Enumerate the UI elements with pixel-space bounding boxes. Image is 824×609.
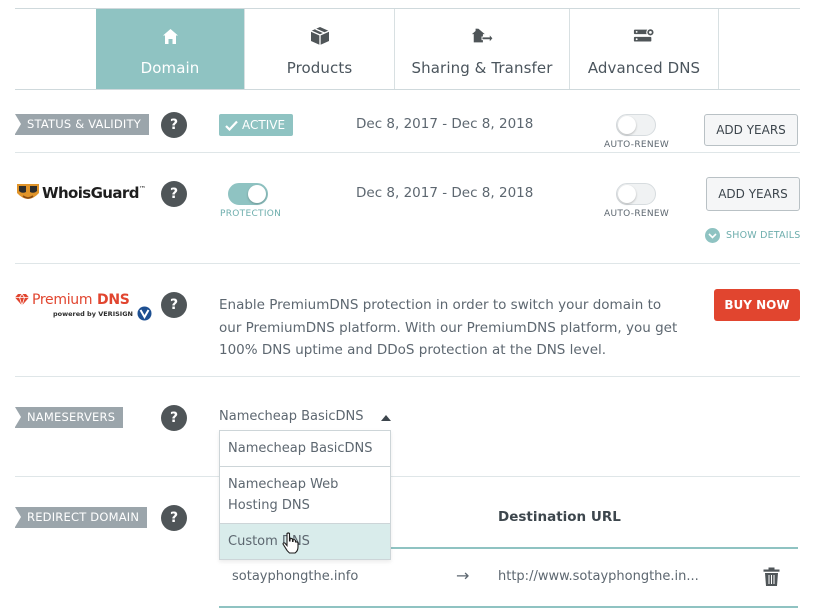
premiumdns-logo: Premium DNS powered by VERISIGN bbox=[15, 292, 155, 324]
premiumdns-help-button[interactable]: ? bbox=[161, 292, 187, 318]
premiumdns-description: Enable PremiumDNS protection in order to… bbox=[219, 297, 678, 358]
dropdown-option-webhosting[interactable]: Namecheap Web Hosting DNS bbox=[220, 467, 390, 524]
show-details-label: SHOW DETAILS bbox=[726, 230, 801, 241]
tab-domain-label: Domain bbox=[140, 59, 200, 77]
toggle-knob bbox=[618, 185, 636, 203]
status-auto-renew-label: AUTO-RENEW bbox=[604, 140, 670, 150]
whoisguard-logo-text: WhoisGuard bbox=[42, 184, 139, 202]
status-auto-renew-toggle[interactable] bbox=[616, 114, 656, 136]
redirect-help-button[interactable]: ? bbox=[161, 505, 187, 531]
whoisguard-auto-renew-toggle[interactable] bbox=[616, 183, 656, 205]
status-add-years-button[interactable]: ADD YEARS bbox=[704, 114, 798, 146]
nameserver-dropdown: Namecheap BasicDNS Namecheap Web Hosting… bbox=[219, 430, 391, 560]
whoisguard-tm: ™ bbox=[138, 185, 146, 193]
divider bbox=[15, 152, 800, 153]
tab-products-label: Products bbox=[286, 59, 353, 77]
tab-advanced-dns[interactable]: Advanced DNS bbox=[570, 9, 719, 89]
domain-tabs: Domain Products Sharing & Transfer Advan… bbox=[15, 9, 800, 90]
chevron-down-icon bbox=[705, 228, 720, 243]
whoisguard-dates: Dec 8, 2017 - Dec 8, 2018 bbox=[356, 185, 534, 201]
divider bbox=[15, 476, 800, 477]
nameservers-help-button[interactable]: ? bbox=[161, 405, 187, 431]
show-details-link[interactable]: SHOW DETAILS bbox=[705, 228, 800, 243]
status-validity-label: STATUS & VALIDITY bbox=[15, 114, 149, 135]
dropdown-option-custom[interactable]: Custom DNS bbox=[220, 524, 390, 559]
nameservers-label: NAMESERVERS bbox=[15, 407, 124, 428]
destination-url-header: Destination URL bbox=[498, 509, 621, 525]
whoisguard-protection-toggle[interactable] bbox=[228, 183, 268, 205]
status-help-button[interactable]: ? bbox=[161, 112, 187, 138]
premiumdns-powered-by: powered by VERISIGN bbox=[53, 310, 133, 318]
redirect-destination-url: http://www.sotayphongthe.in... bbox=[498, 569, 699, 584]
status-badge-text: ACTIVE bbox=[242, 118, 286, 132]
toggle-knob bbox=[618, 116, 636, 134]
whoisguard-mask-icon bbox=[17, 184, 39, 199]
whoisguard-logo: WhoisGuard ™ bbox=[15, 181, 146, 205]
premiumdns-logo-premium: Premium bbox=[32, 292, 93, 308]
toggle-knob bbox=[248, 185, 266, 203]
nameserver-select[interactable]: Namecheap BasicDNS bbox=[219, 409, 391, 431]
home-icon bbox=[159, 25, 181, 47]
premiumdns-logo-dns: DNS bbox=[97, 292, 130, 308]
whoisguard-add-years-button[interactable]: ADD YEARS bbox=[706, 177, 800, 211]
divider bbox=[15, 263, 800, 264]
trash-icon[interactable] bbox=[763, 567, 780, 591]
redirect-source-domain: sotayphongthe.info bbox=[232, 569, 359, 584]
checkmark-icon bbox=[225, 120, 238, 131]
whoisguard-protection-label: PROTECTION bbox=[220, 209, 282, 219]
verisign-check-icon bbox=[137, 306, 152, 321]
status-badge: ACTIVE bbox=[219, 114, 294, 136]
house-transfer-icon bbox=[471, 25, 493, 47]
divider bbox=[15, 376, 800, 377]
whoisguard-auto-renew-label: AUTO-RENEW bbox=[604, 209, 670, 219]
buy-now-button[interactable]: BUY NOW bbox=[714, 289, 800, 321]
diamond-icon bbox=[15, 293, 29, 306]
dropdown-option-basicdns[interactable]: Namecheap BasicDNS bbox=[220, 431, 390, 467]
caret-up-icon bbox=[381, 415, 391, 421]
tab-products[interactable]: Products bbox=[245, 9, 395, 89]
redirect-arrow: → bbox=[456, 566, 470, 585]
status-dates: Dec 8, 2017 - Dec 8, 2018 bbox=[356, 116, 534, 132]
nameserver-selected-value: Namecheap BasicDNS bbox=[219, 409, 364, 424]
redirect-domain-label: REDIRECT DOMAIN bbox=[15, 507, 148, 528]
redirect-table-bottom-border bbox=[219, 606, 798, 608]
tab-domain[interactable]: Domain bbox=[96, 9, 245, 89]
tab-advanced-dns-label: Advanced DNS bbox=[587, 59, 701, 77]
tab-sharing-transfer-label: Sharing & Transfer bbox=[411, 59, 553, 77]
whoisguard-help-button[interactable]: ? bbox=[161, 181, 187, 207]
hand-cursor-icon bbox=[282, 532, 300, 558]
server-gear-icon bbox=[633, 25, 655, 47]
tab-sharing-transfer[interactable]: Sharing & Transfer bbox=[395, 9, 570, 89]
box-icon bbox=[309, 25, 331, 47]
